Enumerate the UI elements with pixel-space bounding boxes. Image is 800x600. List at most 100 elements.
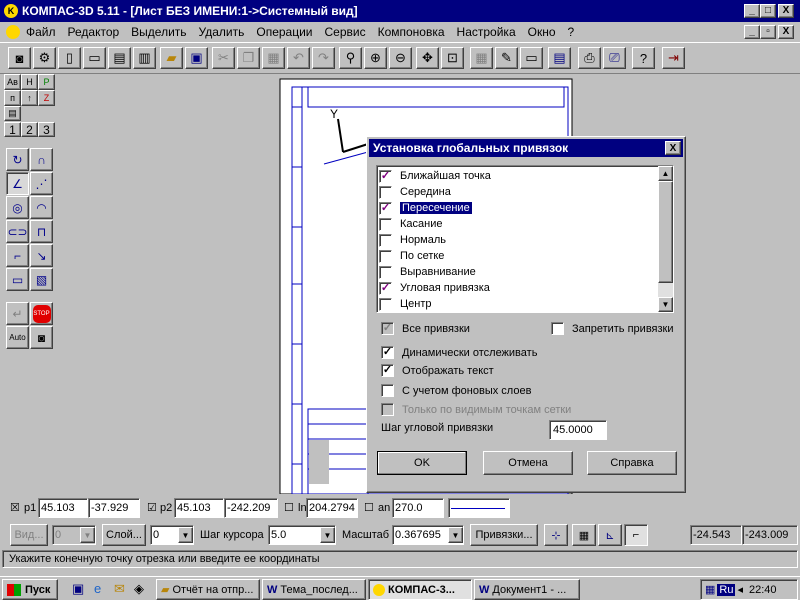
tab-edit-icon[interactable]: Z: [38, 90, 55, 106]
an-field[interactable]: 270.0: [392, 498, 444, 518]
checkbox[interactable]: [551, 322, 564, 335]
auto-icon[interactable]: Auto: [6, 326, 29, 349]
outlook-icon[interactable]: ✉: [114, 581, 125, 597]
exit-icon[interactable]: ⇥: [662, 47, 685, 69]
tab-spec-icon[interactable]: ▤: [4, 106, 21, 121]
scale-select[interactable]: 0.367695 ▼: [392, 525, 464, 545]
layer-button[interactable]: Слой...: [102, 524, 146, 546]
ortho-icon[interactable]: ⊾: [598, 524, 622, 546]
camera-icon[interactable]: ◙: [8, 47, 31, 69]
volume-icon[interactable]: ◂: [737, 583, 743, 596]
doc-restore-button[interactable]: ▫: [760, 25, 776, 39]
desktop-icon[interactable]: ▣: [72, 581, 84, 597]
list-item[interactable]: ✓ Угловая привязка: [379, 280, 655, 296]
tab-geom-icon[interactable]: P: [38, 74, 55, 90]
view-select[interactable]: 0 ▼: [52, 525, 96, 545]
scroll-thumb[interactable]: [658, 181, 673, 283]
channels-icon[interactable]: ◈: [134, 581, 144, 597]
hatch-icon[interactable]: ▧: [30, 268, 53, 291]
angle-step-input[interactable]: 45.0000: [549, 420, 607, 440]
tab-dims-icon[interactable]: Н: [21, 74, 38, 90]
cancel-button[interactable]: Отмена: [483, 451, 573, 475]
p1-y-field[interactable]: -37.929: [88, 498, 140, 518]
maximize-button[interactable]: □: [760, 4, 776, 18]
list-item[interactable]: Выравнивание: [379, 264, 655, 280]
help-button[interactable]: Справка: [587, 451, 677, 475]
task-outbox[interactable]: ▰ Отчёт на отпр...: [156, 579, 260, 600]
p2-x-field[interactable]: 45.103: [174, 498, 224, 518]
checkbox[interactable]: ✓: [381, 346, 394, 359]
copy-icon[interactable]: ❐: [237, 47, 260, 69]
tab-arrow-icon[interactable]: ↑: [21, 90, 38, 106]
print-icon[interactable]: ⎚: [603, 47, 626, 69]
checkbox[interactable]: [379, 233, 392, 247]
chevron-down-icon[interactable]: ▼: [178, 527, 193, 543]
checkbox[interactable]: [379, 249, 392, 263]
list-item[interactable]: Центр: [379, 296, 655, 312]
task-kompas[interactable]: КОМПАС-3...: [368, 579, 472, 600]
close-button[interactable]: X: [778, 4, 794, 18]
ie-icon[interactable]: e: [94, 581, 101, 596]
print-preview-icon[interactable]: ⎙: [578, 47, 601, 69]
list-item[interactable]: Середина: [379, 184, 655, 200]
checkbox[interactable]: ✓: [379, 201, 392, 215]
checkbox[interactable]: [379, 217, 392, 231]
redo-icon[interactable]: ↷: [312, 47, 335, 69]
menu-service[interactable]: Сервис: [325, 25, 366, 39]
menu-delete[interactable]: Удалить: [199, 25, 245, 39]
cursor-step-select[interactable]: 5.0 ▼: [268, 525, 336, 545]
p2-lock-icon[interactable]: ☑: [147, 501, 157, 514]
new-fragment-icon[interactable]: ▭: [83, 47, 106, 69]
page-2-tab[interactable]: 2: [21, 122, 38, 137]
menu-file[interactable]: Файл: [26, 25, 56, 39]
list-item[interactable]: Нормаль: [379, 232, 655, 248]
an-lock-icon[interactable]: ☐: [364, 501, 374, 514]
keyboard-icon[interactable]: ▭: [520, 47, 543, 69]
pan-icon[interactable]: ✥: [416, 47, 439, 69]
grid-props-icon[interactable]: ▦: [470, 47, 493, 69]
checkbox[interactable]: ✓: [381, 322, 394, 335]
checkbox[interactable]: [379, 265, 392, 279]
calculator-icon[interactable]: ▤: [548, 47, 571, 69]
checkbox[interactable]: ✓: [379, 281, 392, 295]
tab-text-icon[interactable]: Ав: [4, 74, 21, 90]
arc-icon[interactable]: ↻: [6, 148, 29, 171]
round-icon[interactable]: ⌐: [624, 524, 648, 546]
checkbox[interactable]: [381, 403, 394, 416]
snap-settings-icon[interactable]: ⊹: [544, 524, 568, 546]
bezier-icon[interactable]: ∩: [30, 148, 53, 171]
doc-minimize-button[interactable]: _: [744, 25, 760, 39]
chevron-down-icon[interactable]: ▼: [80, 527, 95, 543]
line-style-field[interactable]: [448, 498, 510, 518]
new-sheet-icon[interactable]: ▯: [58, 47, 81, 69]
scroll-up-icon[interactable]: ▲: [658, 166, 673, 181]
visible-grid-option[interactable]: Только по видимым точкам сетки: [381, 403, 571, 416]
chamfer-icon[interactable]: ⌐: [6, 244, 29, 267]
menu-layout[interactable]: Компоновка: [378, 25, 445, 39]
list-scrollbar[interactable]: ▲ ▼: [658, 166, 673, 312]
point-icon[interactable]: ⋰: [30, 172, 53, 195]
zoom-icon[interactable]: ⚲: [339, 47, 362, 69]
context-help-icon[interactable]: ?: [632, 47, 655, 69]
chevron-down-icon[interactable]: ▼: [448, 527, 463, 543]
doc-icon[interactable]: [6, 25, 20, 39]
list-item[interactable]: По сетке: [379, 248, 655, 264]
cut-icon[interactable]: ✂: [212, 47, 235, 69]
all-snaps-option[interactable]: ✓ Все привязки: [381, 322, 470, 335]
snapshot-icon[interactable]: ◙: [30, 326, 53, 349]
checkbox[interactable]: ✓: [381, 364, 394, 377]
snaps-button[interactable]: Привязки...: [470, 524, 538, 546]
tab-params-icon[interactable]: п: [4, 90, 21, 106]
pencil-icon[interactable]: ✎: [495, 47, 518, 69]
background-layers-option[interactable]: С учетом фоновых слоев: [381, 384, 531, 397]
checkbox[interactable]: [381, 384, 394, 397]
zoom-all-icon[interactable]: ⊡: [441, 47, 464, 69]
task-document1[interactable]: W Документ1 - ...: [474, 579, 580, 600]
p2-y-field[interactable]: -242.209: [224, 498, 278, 518]
checkbox[interactable]: [379, 185, 392, 199]
view-button[interactable]: Вид...: [10, 524, 48, 546]
undo-icon[interactable]: ↶: [287, 47, 310, 69]
menu-help[interactable]: ?: [568, 25, 575, 39]
rectangle-icon[interactable]: ▭: [6, 268, 29, 291]
menu-editor[interactable]: Редактор: [68, 25, 120, 39]
